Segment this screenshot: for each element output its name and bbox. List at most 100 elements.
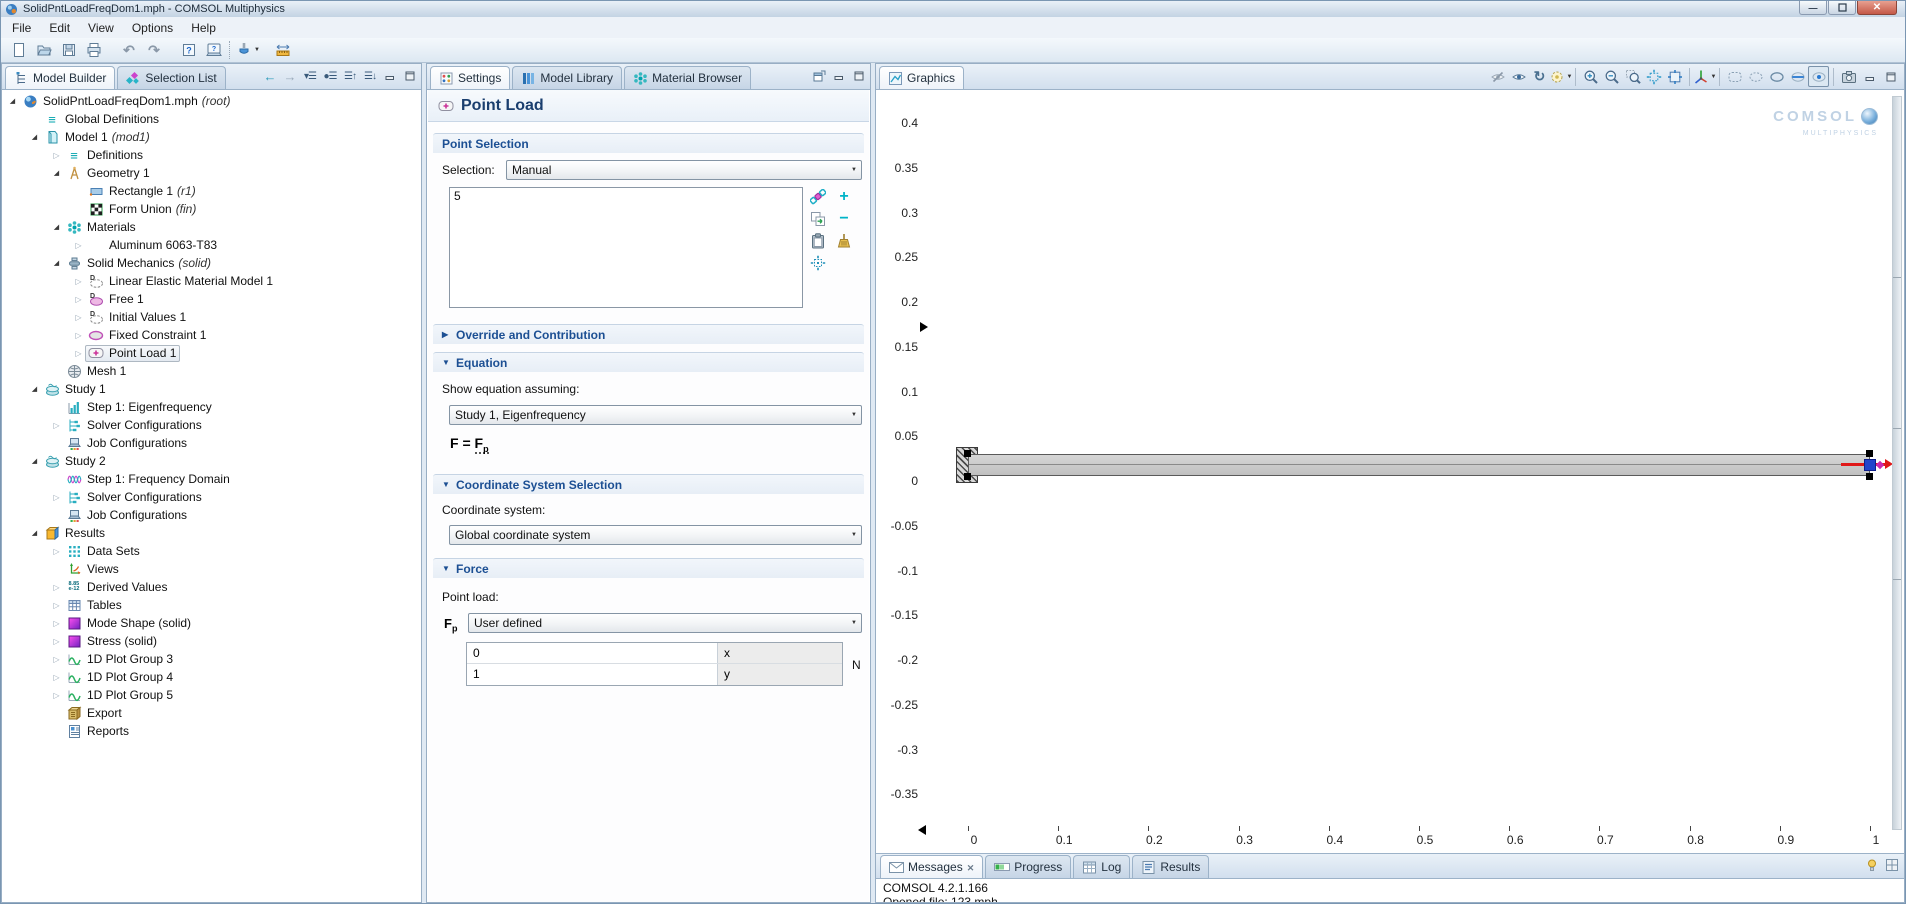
vertex-marker[interactable] <box>1866 450 1873 457</box>
snapshot-button[interactable] <box>1838 66 1859 87</box>
menu-options[interactable]: Options <box>123 19 182 37</box>
tree-item[interactable]: ▷Mode Shape (solid) <box>2 614 421 632</box>
tree-item[interactable]: ▷8.85e-12Derived Values <box>2 578 421 596</box>
vertex-marker[interactable] <box>964 473 971 480</box>
collapse-all-button[interactable]: ▾☰ <box>302 68 318 84</box>
tab-progress[interactable]: Progress <box>985 855 1071 878</box>
tree-item-content[interactable]: Aluminum 6063-T83 <box>85 237 221 254</box>
tree-item-content[interactable]: Geometry 1 <box>63 165 154 182</box>
tree-item[interactable]: ▷≡Definitions <box>2 146 421 164</box>
selection-dropdown[interactable]: Manual ▼ <box>506 160 862 180</box>
tree-item-content[interactable]: 1D Plot Group 3 <box>63 651 177 668</box>
panel-max-button[interactable] <box>402 68 418 84</box>
tree-item[interactable]: ▷1D Plot Group 3 <box>2 650 421 668</box>
tree-item[interactable]: Export <box>2 704 421 722</box>
tab-messages[interactable]: Messages✕ <box>880 855 983 878</box>
expand-arrow-icon[interactable]: ◢ <box>28 457 41 465</box>
collapse-arrow-icon[interactable]: ▷ <box>72 313 85 322</box>
tree-item-content[interactable]: Stress (solid) <box>63 633 161 650</box>
tree-item-content[interactable]: DInitial Values 1 <box>85 309 190 326</box>
panel-min-button[interactable] <box>1859 66 1880 87</box>
tree-item-content[interactable]: 1D Plot Group 4 <box>63 669 177 686</box>
collapse-arrow-icon[interactable]: ▷ <box>50 151 63 160</box>
panel-min-button[interactable] <box>382 68 398 84</box>
zoom-out-button[interactable] <box>1601 66 1622 87</box>
menu-help[interactable]: Help <box>182 19 225 37</box>
tree-item[interactable]: Rectangle 1(r1) <box>2 182 421 200</box>
detach-button[interactable] <box>811 68 827 84</box>
collapse-arrow-icon[interactable]: ▷ <box>50 493 63 502</box>
section-coordinate-system[interactable]: ▼ Coordinate System Selection <box>433 474 864 494</box>
tree-item[interactable]: ▷Point Load 1 <box>2 344 421 362</box>
force-value-cell[interactable]: 1 <box>467 664 718 685</box>
tab-selection-list[interactable]: Selection List <box>117 66 225 89</box>
collapse-arrow-icon[interactable]: ▷ <box>72 277 85 286</box>
selection-list[interactable]: 5 <box>449 187 803 308</box>
tree-item[interactable]: ◢Results <box>2 524 421 542</box>
tree-item[interactable]: Job Configurations <box>2 434 421 452</box>
chevron-down-icon[interactable]: ▼ <box>254 47 260 53</box>
tree-item-content[interactable]: Step 1: Frequency Domain <box>63 471 234 488</box>
tree-item[interactable]: ◢Model 1(mod1) <box>2 128 421 146</box>
force-dropdown[interactable]: User defined ▼ <box>468 613 862 633</box>
tree-item[interactable]: ▷DFree 1 <box>2 290 421 308</box>
back-button[interactable]: ← <box>262 68 278 84</box>
clipboard-button[interactable] <box>805 230 831 252</box>
tree-item-selected[interactable]: Point Load 1 <box>85 345 180 362</box>
tree-item-content[interactable]: Model 1(mod1) <box>41 129 154 146</box>
tree-item-content[interactable]: DLinear Elastic Material Model 1 <box>85 273 277 290</box>
paste-selection-button[interactable] <box>805 208 831 230</box>
visibility-button[interactable] <box>1508 66 1529 87</box>
tree-item-content[interactable]: DFree 1 <box>85 291 148 308</box>
beam-domain[interactable] <box>968 454 1870 476</box>
add-button[interactable]: + <box>831 186 857 208</box>
tree-item-content[interactable]: 1D Plot Group 5 <box>63 687 177 704</box>
tree-item[interactable]: ▷Data Sets <box>2 542 421 560</box>
tree-item[interactable]: ▷Fixed Constraint 1 <box>2 326 421 344</box>
remove-button[interactable]: − <box>831 208 857 230</box>
tree-item-content[interactable]: ≡Global Definitions <box>41 111 163 128</box>
default-view-button[interactable] <box>1664 66 1685 87</box>
expand-arrow-icon[interactable]: ◢ <box>28 529 41 537</box>
force-value-cell[interactable]: 0 <box>467 643 718 663</box>
tree-item-content[interactable]: Mesh 1 <box>63 363 130 380</box>
panel-max-button[interactable] <box>1880 66 1901 87</box>
chevron-down-icon[interactable]: ▼ <box>1711 74 1717 80</box>
tree-item-content[interactable]: Step 1: Eigenfrequency <box>63 399 216 416</box>
tab-results[interactable]: Results <box>1132 855 1209 878</box>
selected-point-marker[interactable] <box>1864 459 1876 471</box>
selection-list-item[interactable]: 5 <box>454 189 798 203</box>
zoom-selected-button[interactable] <box>805 252 831 274</box>
tab-model-library[interactable]: Model Library <box>512 66 622 89</box>
collapse-arrow-icon[interactable]: ▷ <box>50 547 63 556</box>
tree-item[interactable]: ◢Geometry 1 <box>2 164 421 182</box>
tree-item-content[interactable]: 8.85e-12Derived Values <box>63 579 171 596</box>
expand-arrow-icon[interactable]: ◢ <box>50 169 63 177</box>
expand-arrow-icon[interactable]: ◢ <box>50 259 63 267</box>
select-edge-button[interactable] <box>1787 66 1808 87</box>
tree-item[interactable]: ▷Aluminum 6063-T83 <box>2 236 421 254</box>
forward-button[interactable]: → <box>282 68 298 84</box>
tree-item[interactable]: Reports <box>2 722 421 740</box>
collapse-arrow-icon[interactable]: ▷ <box>72 349 85 358</box>
tree-item-content[interactable]: Solver Configurations <box>63 417 206 434</box>
tree-item-content[interactable]: Study 1 <box>41 381 110 398</box>
grid-button[interactable] <box>1884 857 1900 873</box>
tree-item[interactable]: ≡Global Definitions <box>2 110 421 128</box>
lamp-button[interactable] <box>1864 857 1880 873</box>
collapse-arrow-icon[interactable]: ▷ <box>72 241 85 250</box>
tree-item-content[interactable]: Study 2 <box>41 453 110 470</box>
section-override[interactable]: ▶ Override and Contribution <box>433 324 864 344</box>
tree-item[interactable]: ▷1D Plot Group 4 <box>2 668 421 686</box>
tree-item[interactable]: ◢Study 1 <box>2 380 421 398</box>
select-boundary-button[interactable] <box>1766 66 1787 87</box>
tree-item-content[interactable]: Job Configurations <box>63 507 191 524</box>
refresh-button[interactable]: ↻ <box>1529 66 1550 87</box>
coordinate-system-dropdown[interactable]: Global coordinate system ▼ <box>449 525 862 545</box>
tree-item-content[interactable]: Form Union(fin) <box>85 201 200 218</box>
help-button[interactable]: ? <box>177 39 201 61</box>
tree-item[interactable]: Step 1: Frequency Domain <box>2 470 421 488</box>
menu-view[interactable]: View <box>79 19 123 37</box>
tree-item-content[interactable]: Job Configurations <box>63 435 191 452</box>
tree-item[interactable]: ▷Solver Configurations <box>2 488 421 506</box>
